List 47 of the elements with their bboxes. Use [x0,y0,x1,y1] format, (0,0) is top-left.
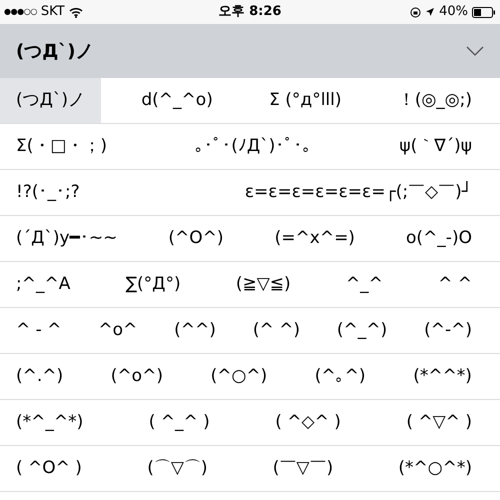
emoticon-key[interactable]: d(^_^o) [125,78,229,123]
clock-time: 오후 8:26 [218,3,282,22]
emoticon-key[interactable]: ｡･ﾟ･(ﾉД`)･ﾟ･｡ [179,124,328,169]
emoticon-key[interactable]: ^o^ [82,308,154,353]
emoticon-key[interactable]: (≧▽≦) [220,262,307,307]
emoticon-key[interactable]: ^ ^ [422,262,488,307]
emoticon-key[interactable]: (^o^) [94,354,179,399]
emoticon-key[interactable]: (*^○^*) [382,446,488,491]
emoticon-key[interactable]: (^_^) [320,308,404,353]
emoticon-key[interactable]: ;^_^A [0,262,86,307]
emoticon-key[interactable]: ε=ε=ε=ε=ε=ε=┌(;￣◇￣)┘ [228,170,488,215]
emoticon-key[interactable]: ψ(｀∇´)ψ [383,124,488,169]
emoticon-key[interactable]: ^ - ^ [0,308,78,353]
carrier-name: SKT [40,3,65,22]
emoticon-key[interactable]: Σ(・□・；) [0,124,124,169]
location-arrow-icon [425,7,436,17]
emoticon-key[interactable]: (^^) [158,308,232,353]
emoticon-key[interactable]: (つД`)ノ [0,78,102,123]
emoticon-key[interactable]: (´Д`)y━･~~ [0,216,134,261]
emoticon-key[interactable]: ( ^◇^ ) [259,400,357,445]
chevron-icon[interactable] [466,46,484,56]
emoticon-key[interactable]: (￣▽￣) [256,446,350,491]
emoticon-key[interactable]: (*^_^*) [0,400,100,445]
emoticon-key[interactable]: ∑(°Д°) [110,262,197,307]
emoticon-key[interactable]: ( ^_^ ) [132,400,226,445]
emoticon-key[interactable]: (*^^*) [397,354,488,399]
emoticon-key[interactable]: (^｡^) [298,354,382,399]
emoticon-key[interactable]: ( ^O^ ) [0,446,98,491]
wifi-icon [68,6,83,18]
signal-dots: ●●●○○ [4,6,37,18]
emoticon-key[interactable]: !?(･_･;? [0,170,96,215]
emoticon-key[interactable]: ^_^ [330,262,399,307]
emoticon-key[interactable]: ！(◎_◎;) [382,78,488,123]
emoticon-key[interactable]: (^-^) [408,308,488,353]
header-title: (つД`)ノ [16,40,94,64]
battery-percent: 40% [439,3,468,22]
emoticon-key[interactable]: (^○^) [194,354,284,399]
emoticon-key[interactable]: (^.^) [0,354,80,399]
emoticon-key[interactable]: (^ ^) [236,308,316,353]
emoticon-key[interactable]: Σ (°д°lll) [253,78,358,123]
emoticon-key[interactable]: ( ^▽^ ) [390,400,488,445]
lock-rotation-icon [410,6,422,18]
emoticon-key[interactable]: (=^x^=) [258,216,371,261]
emoticon-key[interactable]: (⌒▽⌒) [131,446,224,491]
emoticon-key[interactable]: (^O^) [152,216,240,261]
emoticon-key[interactable]: o(^_-)O [390,216,488,261]
battery-icon [472,6,496,18]
